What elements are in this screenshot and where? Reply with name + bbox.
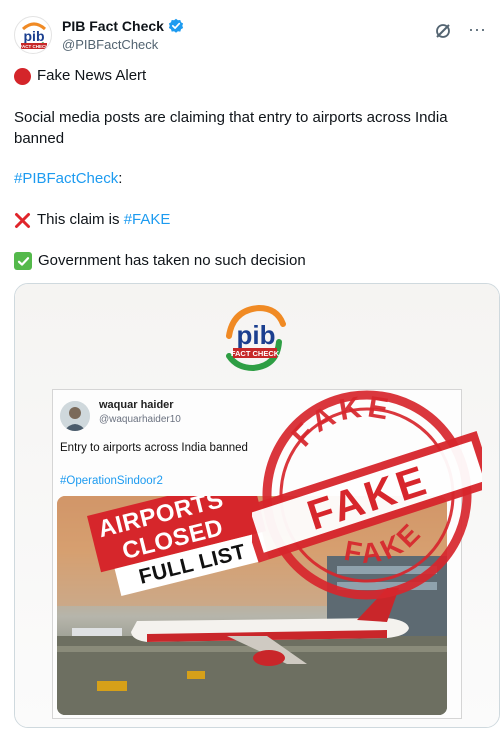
alert-label: Fake News Alert [37, 67, 147, 84]
stamp-top-text: FAKE [280, 380, 404, 458]
red-circle-icon [14, 67, 31, 85]
avatar[interactable]: pib FACT CHECK [14, 16, 52, 54]
verified-badge-icon [168, 18, 184, 33]
hashtag-line: #PIBFactCheck: [14, 169, 122, 189]
hashtag-link[interactable]: #PIBFactCheck [14, 170, 118, 187]
avatar-logo-subtext: FACT CHECK [20, 44, 50, 49]
pib-fact-check-logo: pib FACT CHECK [226, 304, 286, 372]
avatar-logo-text: pib [24, 28, 45, 44]
pib-avatar-logo: pib FACT CHECK [20, 22, 50, 49]
check-mark-icon [14, 252, 32, 270]
fake-stamp: FAKE FAKE FAKE [252, 380, 482, 600]
embedded-handle: @waquarhaider10 [99, 414, 181, 425]
svg-text:FAKE: FAKE [280, 380, 404, 458]
more-icon[interactable]: ··· [468, 20, 486, 40]
display-name[interactable]: PIB Fact Check [62, 18, 164, 34]
embedded-avatar [60, 401, 90, 431]
cross-mark-icon [15, 212, 30, 228]
claim-text: Social media posts are claiming that ent… [14, 109, 448, 147]
fake-hashtag-link[interactable]: #FAKE [124, 211, 171, 228]
embedded-hashtag: #OperationSindoor2 [60, 475, 163, 487]
logo-text: pib [237, 320, 276, 350]
name-row: PIB Fact Check [62, 18, 184, 34]
fake-claim-line: This claim is #FAKE [14, 210, 170, 230]
embedded-text: Entry to airports across India banned [60, 442, 248, 454]
fake-prefix: This claim is [37, 211, 124, 228]
logo-subtext: FACT CHECK [231, 349, 280, 358]
truth-text: Government has taken no such decision [38, 252, 306, 269]
alert-line: Fake News Alert [14, 66, 146, 86]
user-handle[interactable]: @PIBFactCheck [62, 37, 158, 52]
hashtag-suffix: : [118, 170, 123, 187]
truth-line: Government has taken no such decision [14, 251, 306, 271]
embedded-name: waquar haider [99, 399, 174, 411]
grok-icon[interactable] [434, 22, 452, 40]
post-header: pib FACT CHECK PIB Fact Check @PIBFactCh… [14, 14, 486, 56]
